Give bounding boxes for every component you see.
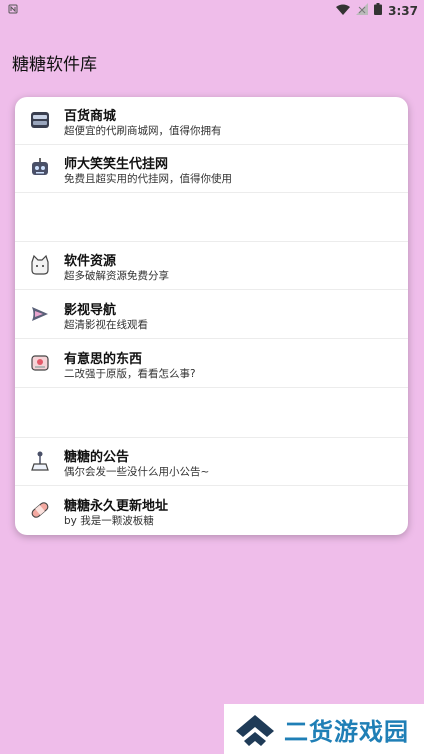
list-item-title: 糖糖永久更新地址 xyxy=(64,499,169,514)
list-item-subtitle: 二改强于原版，看看怎么事? xyxy=(64,368,196,380)
menu-card: 百货商城 超便宜的代刷商城网，值得你拥有 师大笑笑生代挂网 免费且超实用的代挂网… xyxy=(15,97,408,535)
list-item-subtitle: 超便宜的代刷商城网，值得你拥有 xyxy=(64,125,222,137)
play-icon xyxy=(29,303,51,325)
list-item-title: 有意思的东西 xyxy=(64,352,143,367)
bandage-icon xyxy=(29,499,51,521)
list-item-subtitle: 免费且超实用的代挂网，值得你使用 xyxy=(64,173,232,185)
status-bar: 3:37 xyxy=(0,0,424,20)
app-title: 糖糖软件库 xyxy=(12,55,97,75)
battery-icon xyxy=(374,3,383,18)
list-item-blank xyxy=(15,193,408,242)
list-item-video[interactable]: 影视导航 超清影视在线观看 xyxy=(15,291,408,339)
list-item-software[interactable]: 软件资源 超多破解资源免费分享 xyxy=(15,242,408,290)
watermark-text: 二货游戏园 xyxy=(284,717,409,746)
robot-icon xyxy=(29,157,51,179)
list-item-title: 糖糖的公告 xyxy=(64,450,130,465)
gift-box-icon xyxy=(29,352,51,374)
list-item-title: 百货商城 xyxy=(64,109,117,124)
nfc-icon xyxy=(8,4,18,17)
list-item-proxy[interactable]: 师大笑笑生代挂网 免费且超实用的代挂网，值得你使用 xyxy=(15,145,408,193)
store-icon xyxy=(29,109,51,131)
list-item-subtitle: 偶尔会发一些没什么用小公告~ xyxy=(64,466,210,478)
cat-icon xyxy=(29,254,51,276)
list-item-notice[interactable]: 糖糖的公告 偶尔会发一些没什么用小公告~ xyxy=(15,438,408,486)
list-item-update[interactable]: 糖糖永久更新地址 by 我是一颗波板糖 xyxy=(15,487,408,535)
chevron-up-logo-icon xyxy=(232,709,278,749)
list-item-subtitle: 超多破解资源免费分享 xyxy=(64,270,169,282)
wifi-icon xyxy=(336,4,351,18)
signal-icon xyxy=(356,3,369,18)
list-item-subtitle: by 我是一颗波板糖 xyxy=(64,515,154,527)
joystick-icon xyxy=(29,450,51,472)
list-item-title: 软件资源 xyxy=(64,254,117,269)
list-item-title: 师大笑笑生代挂网 xyxy=(64,157,169,172)
list-item-fun[interactable]: 有意思的东西 二改强于原版，看看怎么事? xyxy=(15,340,408,388)
status-time: 3:37 xyxy=(388,3,418,18)
list-item-blank xyxy=(15,389,408,438)
list-item-subtitle: 超清影视在线观看 xyxy=(64,319,148,331)
list-item-store[interactable]: 百货商城 超便宜的代刷商城网，值得你拥有 xyxy=(15,97,408,145)
watermark: 二货游戏园 xyxy=(224,704,424,754)
list-item-title: 影视导航 xyxy=(64,303,117,318)
